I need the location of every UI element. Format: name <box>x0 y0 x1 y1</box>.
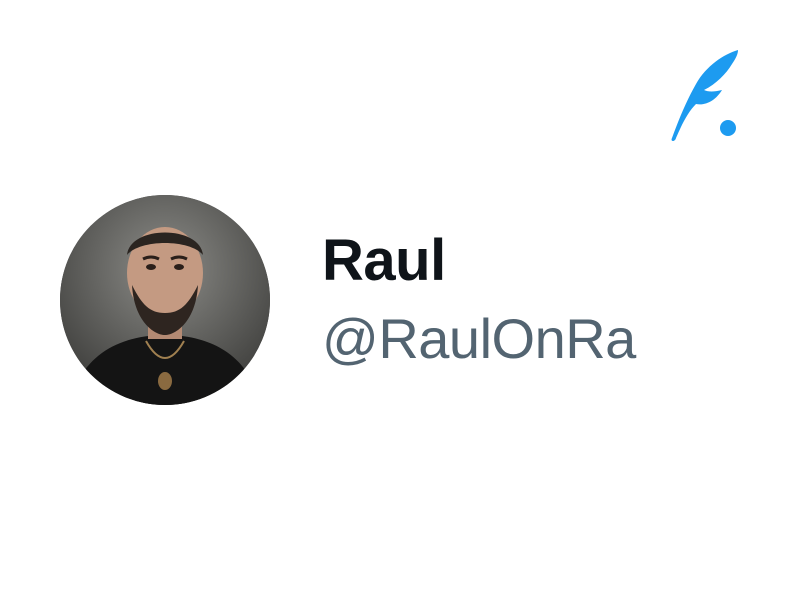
quill-logo-icon <box>666 46 742 142</box>
avatar[interactable] <box>60 195 270 405</box>
profile-info: Raul @RaulOnRa <box>322 226 762 374</box>
display-name[interactable]: Raul <box>322 226 762 296</box>
user-handle[interactable]: @RaulOnRa <box>322 304 762 374</box>
profile-photo <box>60 195 270 405</box>
